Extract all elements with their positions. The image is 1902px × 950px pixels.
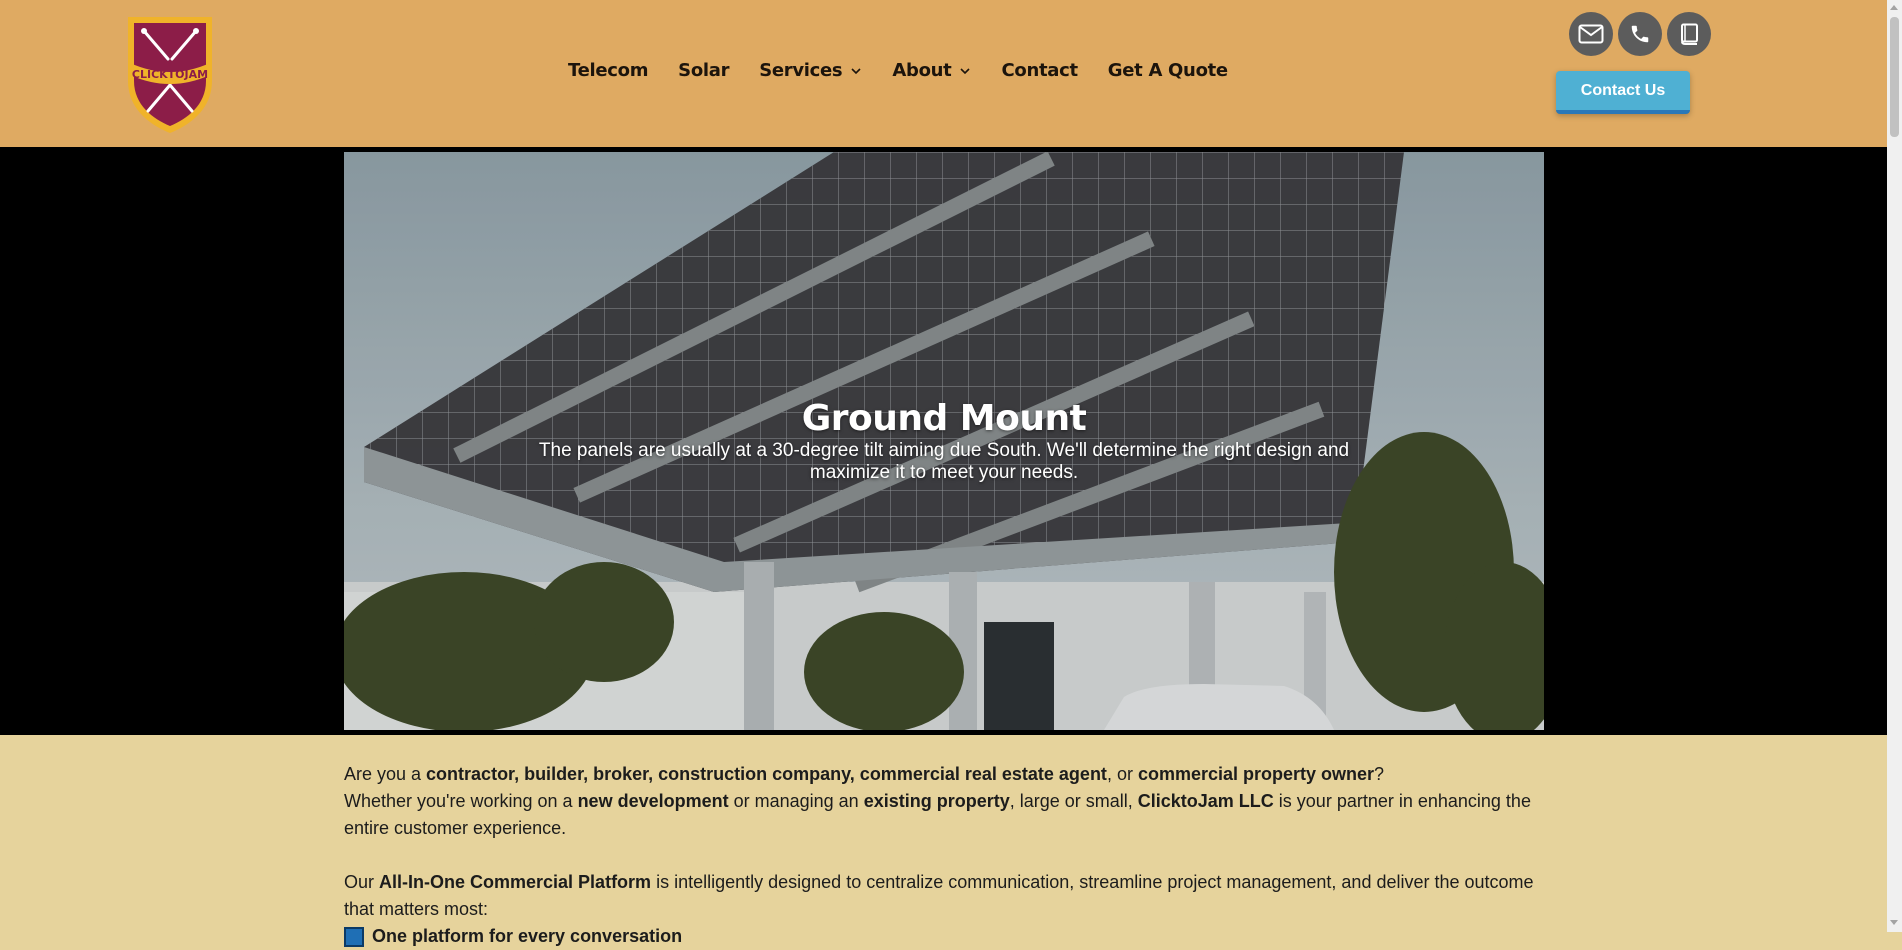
p1-run: ?	[1374, 764, 1385, 784]
nav-contact-label: Contact	[1001, 60, 1078, 81]
nav-contact[interactable]: Contact	[1001, 60, 1078, 81]
p1-run: new development	[577, 791, 729, 811]
hero-title: Ground Mount	[801, 398, 1087, 439]
p1-run: existing property	[863, 791, 1010, 811]
mail-icon	[1578, 24, 1604, 44]
book-button[interactable]	[1667, 12, 1711, 56]
p1-run: Whether you're working on a	[344, 791, 578, 811]
book-icon	[1681, 23, 1698, 45]
page-scrollbar[interactable]	[1887, 0, 1902, 932]
mail-button[interactable]	[1569, 12, 1613, 56]
phone-icon	[1631, 25, 1649, 43]
site-header: CLICKTOJAM Telecom Solar Services About …	[0, 0, 1887, 147]
chevron-down-icon	[960, 67, 971, 74]
feature-bullet: One platform for every conversation	[344, 923, 1544, 950]
nav-get-a-quote[interactable]: Get A Quote	[1108, 60, 1228, 81]
scroll-up-arrow-icon[interactable]	[1890, 5, 1898, 10]
hero-subtitle: The panels are usually at a 30-degree ti…	[538, 440, 1350, 483]
main-nav: Telecom Solar Services About Contact Get…	[568, 60, 1258, 81]
nav-quote-label: Get A Quote	[1107, 60, 1228, 81]
nav-telecom[interactable]: Telecom	[568, 60, 648, 81]
p2-run: Our	[344, 872, 380, 892]
p1-run: or managing an	[728, 791, 864, 811]
intro-paragraph-2: Our All-In-One Commercial Platform is in…	[344, 869, 1544, 923]
chevron-down-icon	[851, 67, 861, 74]
nav-solar[interactable]: Solar	[678, 60, 729, 81]
p1-run: , or	[1106, 764, 1138, 784]
blue-square-icon	[344, 926, 364, 947]
nav-telecom-label: Telecom	[568, 60, 649, 81]
intro-content: Are you a contractor, builder, broker, c…	[344, 761, 1544, 950]
feature-bullet-text: One platform for every conversation	[372, 926, 683, 946]
nav-services-label: Services	[759, 60, 843, 81]
scrollbar-thumb[interactable]	[1890, 17, 1899, 137]
logo-text: CLICKTOJAM	[132, 68, 208, 81]
intro-paragraph-1: Are you a contractor, builder, broker, c…	[344, 761, 1544, 842]
p1-run: Are you a	[344, 764, 427, 784]
phone-button[interactable]	[1618, 12, 1662, 56]
nav-solar-label: Solar	[678, 60, 730, 81]
nav-about[interactable]: About	[892, 60, 971, 81]
p1-run: ClicktoJam LLC	[1137, 791, 1274, 811]
contact-us-button[interactable]: Contact Us	[1556, 71, 1690, 114]
clicktojam-logo[interactable]: CLICKTOJAM	[122, 11, 218, 135]
scroll-down-arrow-icon[interactable]	[1890, 920, 1898, 925]
p1-run: commercial property owner	[1137, 764, 1375, 784]
p1-run: , large or small,	[1009, 791, 1138, 811]
p1-run: contractor, builder, broker, constructio…	[426, 764, 1107, 784]
nav-about-label: About	[892, 60, 952, 81]
p2-run: All-In-One Commercial Platform	[379, 872, 652, 892]
nav-services[interactable]: Services	[759, 60, 862, 81]
